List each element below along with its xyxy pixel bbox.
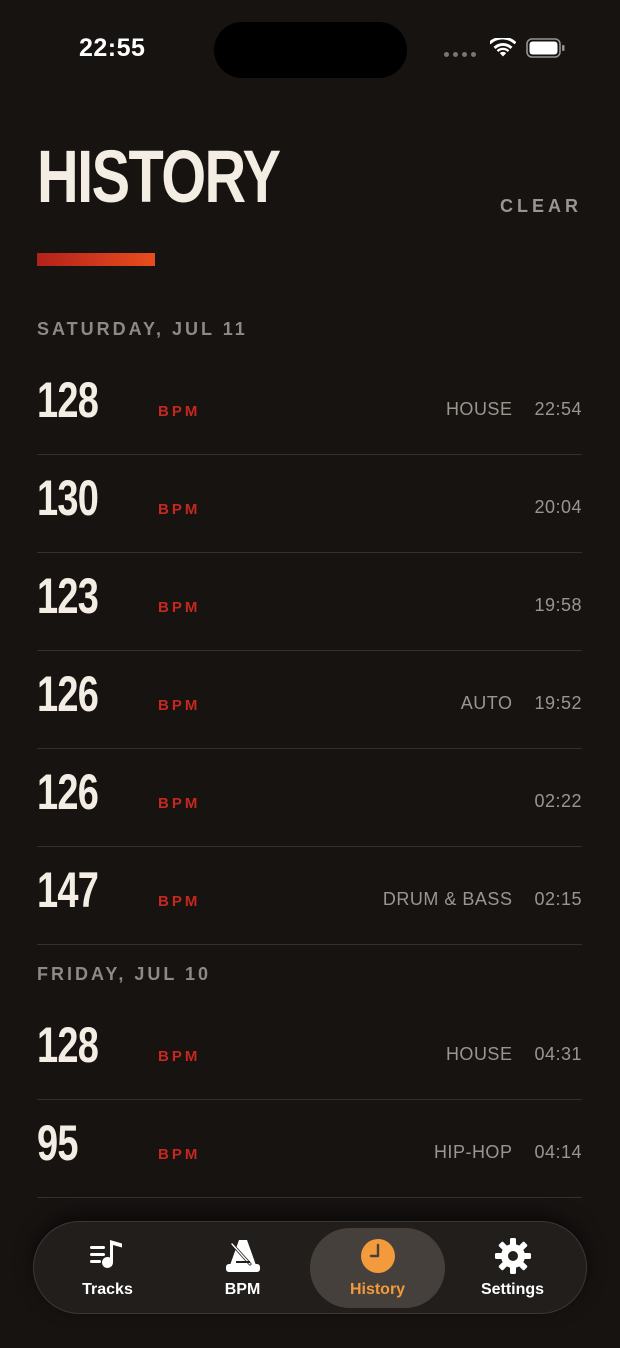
battery-icon — [526, 38, 565, 58]
genre-label: HOUSE — [445, 399, 513, 419]
tab-label: BPM — [224, 1280, 261, 1298]
timestamp: 22:54 — [534, 399, 582, 419]
tab-label: Tracks — [82, 1280, 133, 1298]
page-title: HISTORY — [37, 135, 281, 218]
genre-label: HOUSE — [445, 1044, 513, 1064]
history-row[interactable]: 128 BPM HOUSE 22:54 — [37, 357, 582, 455]
history-row[interactable]: 147 BPM DRUM & BASS 02:15 — [37, 847, 582, 945]
section-header: SATURDAY, JUL 11 — [37, 319, 248, 339]
tab-label: History — [349, 1280, 406, 1298]
row-meta: AUTO 19:52 — [461, 693, 582, 714]
timestamp: 19:58 — [534, 595, 582, 615]
bpm-value: 95 — [37, 1115, 79, 1171]
wifi-icon — [490, 38, 516, 57]
timestamp: 19:52 — [534, 693, 582, 713]
bpm-value: 128 — [37, 372, 99, 428]
clear-button[interactable]: CLEAR — [500, 196, 582, 217]
history-row[interactable]: 128 BPM HOUSE 04:31 — [37, 1002, 582, 1100]
genre-label: HIP-HOP — [433, 1142, 513, 1162]
timestamp: 02:15 — [534, 889, 582, 909]
dynamic-island — [214, 22, 407, 78]
bpm-value: 123 — [37, 568, 99, 624]
bpm-unit: BPM — [158, 403, 201, 420]
history-row[interactable]: 130 BPM 20:04 — [37, 455, 582, 553]
history-list[interactable]: SATURDAY, JUL 11 128 BPM HOUSE 22:54 130 BPM 20… — [37, 300, 582, 1198]
bpm-unit: BPM — [158, 697, 201, 714]
history-row[interactable]: 95 BPM HIP-HOP 04:14 — [37, 1100, 582, 1198]
bpm-unit: BPM — [158, 893, 201, 910]
bpm-value: 128 — [37, 1017, 99, 1073]
tab-history[interactable]: History — [310, 1227, 445, 1308]
music-list-icon — [89, 1237, 127, 1275]
tab-bpm[interactable]: BPM — [175, 1228, 310, 1308]
tab-label: Settings — [480, 1280, 545, 1298]
row-meta: HIP-HOP 04:14 — [434, 1142, 582, 1163]
status-time: 22:55 — [79, 34, 146, 62]
title-underline — [37, 253, 155, 266]
clock-icon — [359, 1237, 397, 1275]
section-header: FRIDAY, JUL 10 — [37, 964, 212, 984]
genre-label: DRUM & BASS — [382, 889, 513, 909]
row-meta: HOUSE 22:54 — [446, 399, 582, 420]
bpm-value: 130 — [37, 470, 99, 526]
bpm-unit: BPM — [158, 501, 201, 518]
timestamp: 02:22 — [534, 791, 582, 811]
timestamp: 20:04 — [534, 497, 582, 517]
row-meta: DRUM & BASS 02:15 — [383, 889, 582, 910]
timestamp: 04:14 — [534, 1142, 582, 1162]
bpm-value: 126 — [37, 764, 99, 820]
tab-bar: Tracks BPM History Settings — [33, 1221, 587, 1314]
timestamp: 04:31 — [534, 1044, 582, 1064]
tab-settings[interactable]: Settings — [445, 1228, 580, 1308]
history-row[interactable]: 126 BPM 02:22 — [37, 749, 582, 847]
genre-label: AUTO — [460, 693, 513, 713]
status-icons — [444, 38, 566, 58]
bpm-unit: BPM — [158, 599, 201, 616]
bpm-unit: BPM — [158, 1146, 201, 1163]
row-meta: 02:22 — [534, 791, 582, 812]
bpm-value: 126 — [37, 666, 99, 722]
metronome-icon — [224, 1237, 262, 1275]
tab-tracks[interactable]: Tracks — [40, 1228, 175, 1308]
bpm-value: 147 — [37, 862, 99, 918]
bpm-unit: BPM — [158, 1048, 201, 1065]
row-meta: HOUSE 04:31 — [446, 1044, 582, 1065]
history-row[interactable]: 126 BPM AUTO 19:52 — [37, 651, 582, 749]
gear-icon — [494, 1237, 532, 1275]
history-row[interactable]: 123 BPM 19:58 — [37, 553, 582, 651]
row-meta: 20:04 — [534, 497, 582, 518]
bpm-unit: BPM — [158, 795, 201, 812]
row-meta: 19:58 — [534, 595, 582, 616]
history-screen: 22:55 HISTORY CLEAR SATURDAY, JUL 11 128 B… — [0, 0, 620, 1348]
cellular-signal-icon — [444, 51, 476, 57]
